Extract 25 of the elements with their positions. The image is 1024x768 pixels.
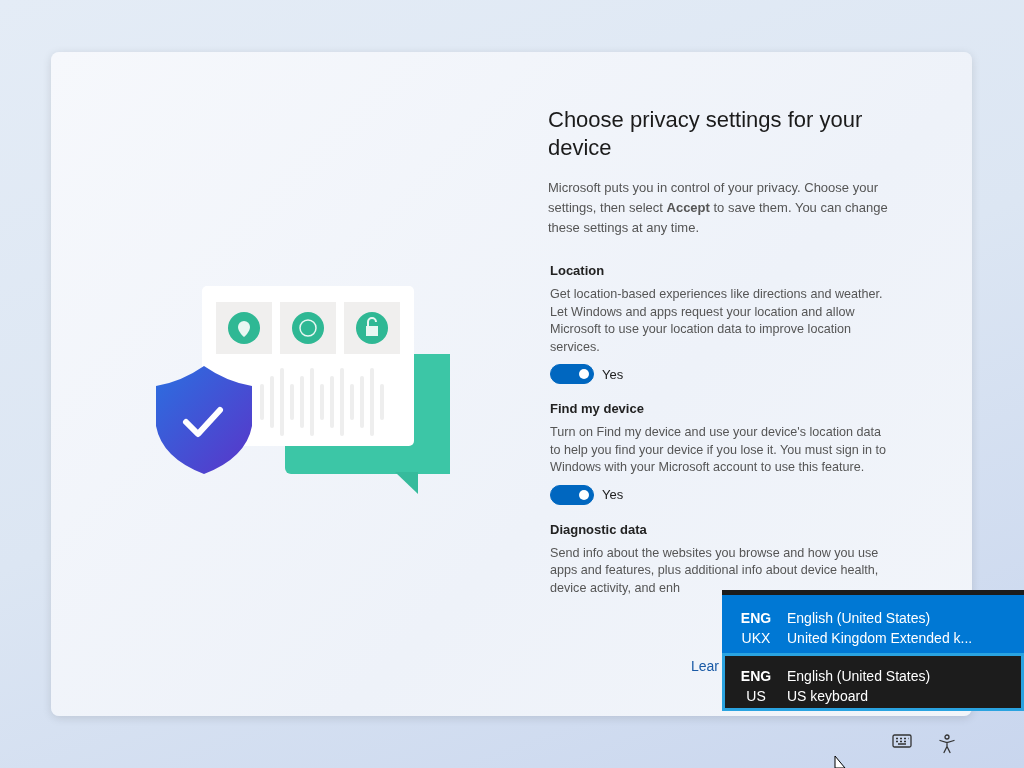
setting-description: Turn on Find my device and use your device's location data to help you find your device if you lose it. You must sign in to Windows with your Microsoft account to use this feature. [550, 424, 888, 476]
layout-code: US [746, 687, 766, 706]
setting-description: Get location-based experiences like directions and weather. Let Windows and apps request your location and allow Microsoft to use your location data to improve location services. [550, 286, 884, 356]
toggle-switch[interactable] [550, 484, 594, 505]
layout-code: UKX [741, 629, 771, 648]
language-code: ENG [740, 609, 772, 628]
keyboard-layout-item[interactable]: ENG US English (United States) US keyboard [722, 653, 1024, 711]
page-title: Choose privacy settings for your device [548, 106, 864, 162]
intro-text: Microsoft puts you in control of your privacy. Choose your settings, then select Accept to save them. You can change these settings at any time. [548, 179, 889, 237]
accessibility-icon[interactable] [938, 734, 956, 754]
toggle-switch[interactable] [550, 364, 594, 384]
setting-heading: Find my device [550, 400, 645, 418]
layout-name: United Kingdom Extended k... [787, 629, 973, 648]
setting-heading: Location [550, 262, 606, 280]
language-name: English (United States) [787, 667, 931, 686]
toggle-label: Yes [602, 487, 624, 502]
language-code: ENG [740, 667, 772, 686]
toggle-label: Yes [602, 366, 624, 382]
language-name: English (United States) [787, 609, 932, 628]
layout-name: US keyboard [787, 687, 869, 706]
setting-description: Send info about the websites you browse and how you use apps and features, plus additional info about device health, device activity, and enh [550, 544, 880, 597]
setting-heading: Diagnostic data [550, 520, 648, 539]
keyboard-layout-item[interactable]: ENG UKX English (United States) United Kingdom Extended k... [722, 595, 1024, 653]
mouse-pointer-icon [834, 756, 846, 768]
keyboard-icon[interactable] [892, 734, 912, 748]
